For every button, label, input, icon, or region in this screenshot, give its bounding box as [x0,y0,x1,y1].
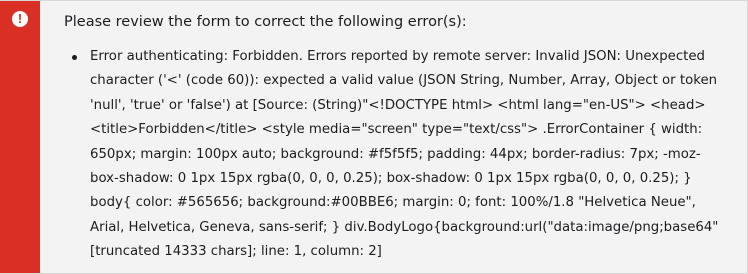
alert-content: Please review the form to correct the fo… [40,1,747,273]
exclamation-icon: ! [12,11,28,27]
error-message: Error authenticating: Forbidden. Errors … [90,49,719,260]
error-list: Error authenticating: Forbidden. Errors … [64,45,731,265]
error-alert: ! Please review the form to correct the … [0,0,748,274]
error-list-item: Error authenticating: Forbidden. Errors … [72,45,731,265]
alert-title: Please review the form to correct the fo… [64,14,467,30]
alert-stripe: ! [0,1,40,273]
bullet-icon [72,55,77,60]
